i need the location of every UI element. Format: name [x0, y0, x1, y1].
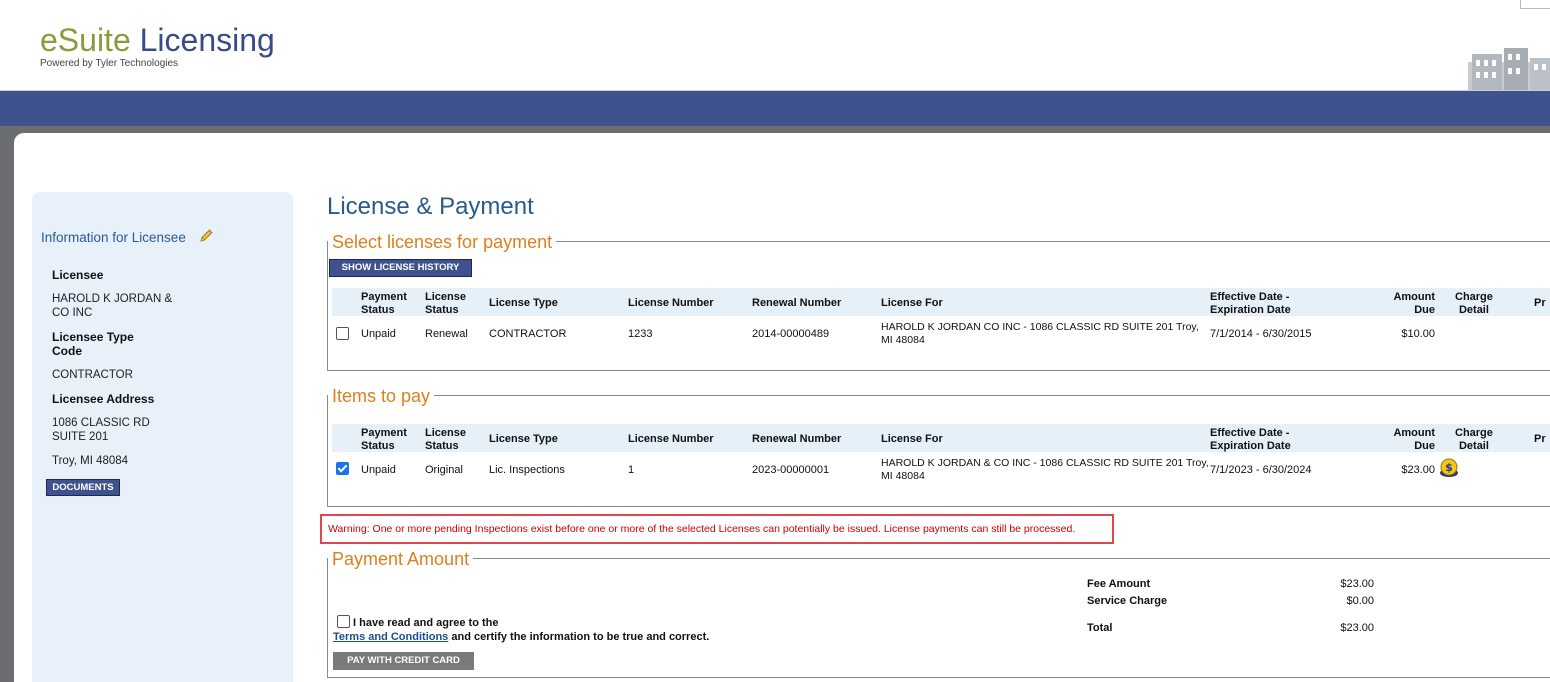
- licensee-type-value: CONTRACTOR: [52, 369, 133, 381]
- row-payment-status: Unpaid: [361, 328, 396, 340]
- payment-amount-section: Payment Amount Fee Amount $23.00 Service…: [327, 549, 1550, 678]
- powered-by-text: Powered by Tyler Technologies: [40, 58, 179, 69]
- col-amount-due: Amount Due: [1393, 291, 1435, 316]
- col-pr: Pr: [1534, 433, 1546, 445]
- item-license-number: 1: [628, 464, 635, 476]
- col-license-number: License Number: [628, 297, 714, 309]
- show-license-history-button[interactable]: SHOW LICENSE HISTORY: [329, 259, 472, 277]
- item-payment-status: Unpaid: [361, 464, 396, 476]
- col-renewal-number: Renewal Number: [752, 433, 842, 445]
- brand-logo[interactable]: eSuite Licensing: [40, 22, 275, 58]
- service-charge-value: $0.00: [1346, 595, 1374, 607]
- row-license-for: HAROLD K JORDAN CO INC - 1086 CLASSIC RD…: [881, 321, 1199, 346]
- warning-text: Warning: One or more pending Inspections…: [328, 523, 1076, 535]
- fee-amount-label: Fee Amount: [1087, 578, 1151, 590]
- licensee-label: Licensee: [52, 268, 104, 282]
- total-value: $23.00: [1340, 622, 1374, 634]
- address-line3: Troy, MI 48084: [52, 455, 129, 467]
- licensee-sidebar: Information for Licensee Licensee HAROLD…: [32, 192, 293, 682]
- licensee-address-label: Licensee Address: [52, 392, 155, 406]
- col-license-for: License For: [881, 297, 943, 309]
- col-charge-detail: Charge Detail: [1455, 427, 1493, 452]
- payment-amount-legend: Payment Amount: [328, 549, 474, 569]
- col-license-for: License For: [881, 433, 943, 445]
- col-license-status: License Status: [425, 291, 466, 316]
- select-license-checkbox[interactable]: [336, 327, 349, 340]
- address-line1: 1086 CLASSIC RD: [52, 417, 150, 429]
- agree-terms-checkbox[interactable]: [337, 615, 350, 628]
- item-license-for: HAROLD K JORDAN & CO INC - 1086 CLASSIC …: [881, 457, 1209, 482]
- col-payment-status: Payment Status: [361, 291, 407, 316]
- fee-amount-value: $23.00: [1340, 578, 1374, 590]
- terms-and-conditions-link[interactable]: Terms and Conditions: [333, 631, 448, 643]
- item-pay-checkbox[interactable]: [336, 462, 349, 475]
- edit-pencil-icon[interactable]: [198, 228, 214, 244]
- row-license-status: Renewal: [425, 328, 468, 340]
- building-graphic-icon: [1468, 48, 1550, 90]
- row-license-number: 1233: [628, 328, 653, 340]
- nav-band: [0, 91, 1550, 126]
- select-licenses-section: Select licenses for payment SHOW LICENSE…: [327, 232, 1550, 371]
- service-charge-label: Service Charge: [1087, 595, 1168, 607]
- item-amount-due: $23.00: [1401, 464, 1435, 476]
- col-pr: Pr: [1534, 297, 1546, 309]
- select-licenses-legend: Select licenses for payment: [328, 232, 557, 252]
- total-label: Total: [1087, 622, 1113, 634]
- sidebar-title: Information for Licensee: [41, 230, 186, 245]
- row-dates: 7/1/2014 - 6/30/2015: [1210, 328, 1312, 340]
- item-license-type: Lic. Inspections: [489, 464, 565, 476]
- col-amount-due: Amount Due: [1393, 427, 1435, 452]
- items-to-pay-section: Items to pay Payment Status License Status…: [327, 386, 1550, 507]
- item-renewal-number: 2023-00000001: [752, 464, 830, 476]
- col-charge-detail: Charge Detail: [1455, 291, 1493, 316]
- row-license-type: CONTRACTOR: [489, 328, 567, 340]
- row-renewal-number: 2014-00000489: [752, 328, 830, 340]
- header-corner-tab: [1520, 0, 1550, 9]
- col-license-number: License Number: [628, 433, 714, 445]
- item-license-status: Original: [425, 464, 463, 476]
- col-renewal-number: Renewal Number: [752, 297, 842, 309]
- row-amount-due: $10.00: [1401, 328, 1435, 340]
- app-header: eSuite Licensing Powered by Tyler Techno…: [0, 0, 1550, 91]
- svg-text:$: $: [1445, 461, 1453, 474]
- licensee-value-line1: HAROLD K JORDAN &: [52, 293, 173, 305]
- address-line2: SUITE 201: [52, 431, 109, 443]
- pay-with-credit-card-button[interactable]: PAY WITH CREDIT CARD: [333, 652, 474, 670]
- col-dates: Effective Date - Expiration Date: [1210, 427, 1291, 452]
- licensee-type-label-line2: Code: [52, 344, 82, 358]
- page-title: License & Payment: [327, 193, 534, 220]
- terms-line: Terms and Conditions and certify the inf…: [333, 631, 710, 643]
- col-payment-status: Payment Status: [361, 427, 407, 452]
- agree-text: I have read and agree to the: [353, 617, 499, 629]
- items-to-pay-legend: Items to pay: [328, 386, 435, 406]
- col-license-status: License Status: [425, 427, 466, 452]
- item-dates: 7/1/2023 - 6/30/2024: [1210, 464, 1312, 476]
- dollar-coin-icon[interactable]: $: [1438, 457, 1460, 479]
- col-license-type: License Type: [489, 433, 558, 445]
- pending-inspection-warning: Warning: One or more pending Inspections…: [320, 514, 1114, 544]
- col-license-type: License Type: [489, 297, 558, 309]
- licensee-type-label-line1: Licensee Type: [52, 330, 134, 344]
- col-dates: Effective Date - Expiration Date: [1210, 291, 1291, 316]
- licensee-value-line2: CO INC: [52, 307, 93, 319]
- documents-button[interactable]: DOCUMENTS: [46, 479, 120, 496]
